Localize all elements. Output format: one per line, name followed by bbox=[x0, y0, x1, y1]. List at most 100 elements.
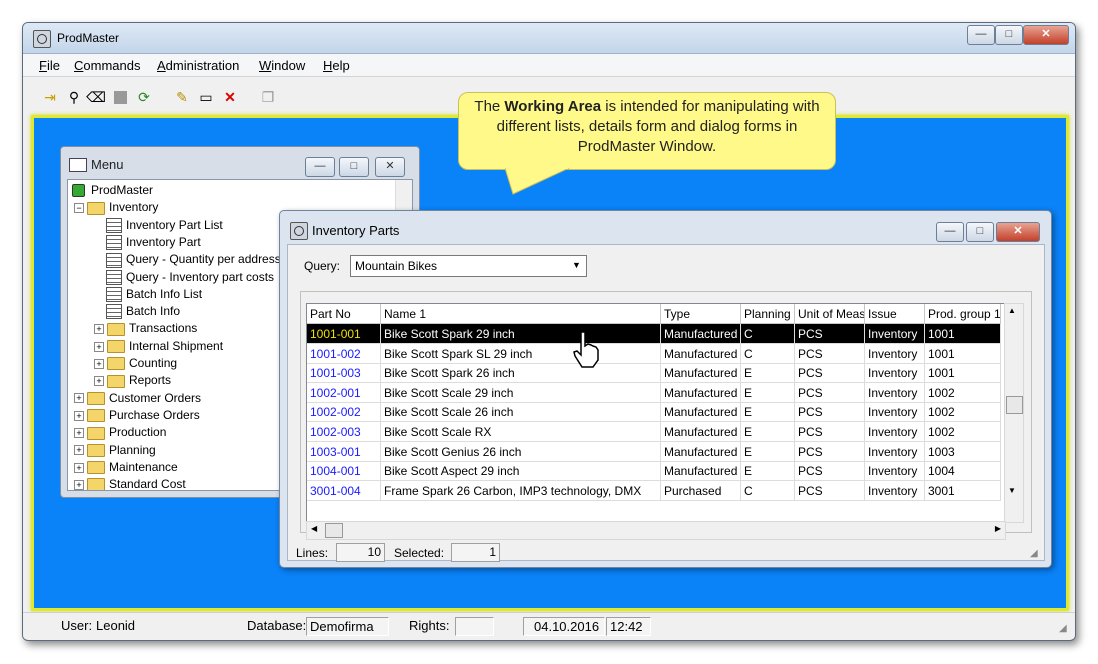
scroll-down-icon[interactable]: ▼ bbox=[1008, 486, 1016, 495]
table-cell[interactable]: Manufactured bbox=[661, 461, 741, 482]
menu-tree-item[interactable]: + Customer Orders bbox=[74, 390, 201, 407]
collapse-icon[interactable]: − bbox=[74, 203, 84, 214]
table-cell[interactable]: 1002 bbox=[925, 382, 1001, 403]
table-cell[interactable]: Bike Scott Scale 29 inch bbox=[381, 382, 661, 403]
menu-maximize-button[interactable]: □ bbox=[339, 157, 369, 177]
scroll-left-icon[interactable]: ◀ bbox=[311, 524, 317, 533]
table-cell[interactable]: E bbox=[741, 363, 795, 384]
menu-tree-item[interactable]: Inventory Part List bbox=[94, 217, 223, 234]
menu-tree-item[interactable]: + Maintenance bbox=[74, 459, 178, 476]
menu-tree-item[interactable]: + Internal Shipment bbox=[94, 338, 223, 355]
menu-tree-item[interactable]: + Purchase Orders bbox=[74, 407, 200, 424]
table-cell[interactable]: 1001 bbox=[925, 324, 1001, 344]
copy-icon[interactable]: ❐ bbox=[259, 88, 277, 106]
table-cell[interactable]: Bike Scott Spark 29 inch bbox=[381, 324, 661, 344]
minimize-button[interactable]: — bbox=[967, 25, 995, 45]
table-cell[interactable]: Inventory bbox=[865, 441, 925, 462]
table-cell[interactable]: Inventory bbox=[865, 461, 925, 482]
hscroll-thumb[interactable] bbox=[325, 523, 343, 538]
table-cell[interactable]: 1004 bbox=[925, 461, 1001, 482]
table-cell[interactable]: C bbox=[741, 324, 795, 344]
table-cell[interactable]: E bbox=[741, 441, 795, 462]
menu-tree-item[interactable]: + Counting bbox=[94, 355, 177, 372]
close-button[interactable]: ✕ bbox=[1023, 25, 1069, 45]
part-number-link[interactable]: 1003-001 bbox=[307, 441, 381, 462]
chevron-down-icon[interactable]: ▼ bbox=[568, 257, 585, 274]
part-number-link[interactable]: 1001-001 bbox=[307, 324, 381, 344]
column-header[interactable]: Prod. group 1 bbox=[925, 304, 1001, 324]
menu-tree-item[interactable]: Query - Quantity per address bbox=[94, 251, 281, 268]
menu-tree-item[interactable]: Query - Inventory part costs bbox=[94, 269, 274, 286]
menu-tree-item[interactable]: + Planning bbox=[74, 442, 156, 459]
table-cell[interactable]: Manufactured bbox=[661, 422, 741, 442]
table-cell[interactable]: Bike Scott Spark SL 29 inch bbox=[381, 343, 661, 364]
table-cell[interactable]: Inventory bbox=[865, 324, 925, 344]
table-cell[interactable]: 1002 bbox=[925, 402, 1001, 423]
inventory-grid[interactable]: Part No Name 1 Type Planning Unit of Meas Iss… bbox=[306, 303, 1006, 523]
menu-file[interactable]: File bbox=[39, 58, 60, 73]
table-cell[interactable]: Bike Scott Aspect 29 inch bbox=[381, 461, 661, 482]
expand-icon[interactable]: + bbox=[94, 358, 104, 369]
table-cell[interactable]: 3001 bbox=[925, 480, 1001, 501]
table-cell[interactable]: PCS bbox=[795, 324, 865, 344]
scroll-right-icon[interactable]: ▶ bbox=[995, 524, 1001, 533]
column-header[interactable]: Unit of Meas bbox=[795, 304, 865, 324]
menu-tree-item[interactable]: Inventory Part bbox=[94, 234, 201, 251]
grid-horizontal-scrollbar[interactable]: ◀ ▶ bbox=[306, 521, 1006, 540]
column-header[interactable]: Part No bbox=[307, 304, 381, 324]
refresh-icon[interactable]: ⟳ bbox=[135, 88, 153, 106]
stop-icon[interactable] bbox=[111, 88, 129, 106]
scroll-thumb[interactable] bbox=[1006, 396, 1023, 414]
table-cell[interactable]: PCS bbox=[795, 382, 865, 403]
menu-tree-item[interactable]: − Inventory bbox=[74, 199, 158, 216]
menu-tree-item[interactable]: + Standard Cost bbox=[74, 476, 186, 490]
table-cell[interactable]: PCS bbox=[795, 480, 865, 501]
expand-icon[interactable]: + bbox=[74, 462, 84, 473]
table-cell[interactable]: Bike Scott Scale RX bbox=[381, 422, 661, 442]
part-number-link[interactable]: 3001-004 bbox=[307, 480, 381, 501]
table-cell[interactable]: Inventory bbox=[865, 422, 925, 442]
menu-tree-item[interactable]: + Reports bbox=[94, 372, 171, 389]
column-header[interactable]: Issue bbox=[865, 304, 925, 324]
expand-icon[interactable]: + bbox=[94, 341, 104, 352]
part-number-link[interactable]: 1001-002 bbox=[307, 343, 381, 364]
table-cell[interactable]: 1001 bbox=[925, 343, 1001, 364]
table-cell[interactable]: Bike Scott Spark 26 inch bbox=[381, 363, 661, 384]
part-number-link[interactable]: 1002-001 bbox=[307, 382, 381, 403]
new-icon[interactable]: ✎ bbox=[173, 88, 191, 106]
menu-tree-item[interactable]: + Transactions bbox=[94, 320, 197, 337]
table-cell[interactable]: Inventory bbox=[865, 402, 925, 423]
inventory-resize-grip-icon[interactable]: ◢ bbox=[1030, 548, 1038, 559]
table-cell[interactable]: PCS bbox=[795, 422, 865, 442]
inventory-maximize-button[interactable]: □ bbox=[966, 222, 994, 242]
resize-grip-icon[interactable]: ◢ bbox=[1059, 623, 1067, 634]
inventory-minimize-button[interactable]: — bbox=[936, 222, 964, 242]
table-cell[interactable]: Manufactured bbox=[661, 382, 741, 403]
menu-close-button[interactable]: ✕ bbox=[375, 157, 405, 177]
table-cell[interactable]: Manufactured bbox=[661, 363, 741, 384]
menu-administration[interactable]: Administration bbox=[157, 58, 239, 73]
menu-tree-item[interactable]: ProdMaster bbox=[72, 182, 153, 199]
menu-tree-item[interactable]: Batch Info bbox=[94, 303, 180, 320]
part-number-link[interactable]: 1002-003 bbox=[307, 422, 381, 442]
table-cell[interactable]: 1003 bbox=[925, 441, 1001, 462]
expand-icon[interactable]: + bbox=[74, 479, 84, 490]
menu-window[interactable]: Window bbox=[259, 58, 305, 73]
part-number-link[interactable]: 1004-001 bbox=[307, 461, 381, 482]
eraser-icon[interactable]: ⌫ bbox=[86, 88, 106, 106]
query-select[interactable]: Mountain Bikes ▼ bbox=[350, 255, 587, 277]
maximize-button[interactable]: □ bbox=[995, 25, 1023, 45]
table-cell[interactable]: PCS bbox=[795, 343, 865, 364]
table-cell[interactable]: Manufactured bbox=[661, 343, 741, 364]
table-cell[interactable]: PCS bbox=[795, 363, 865, 384]
table-cell[interactable]: PCS bbox=[795, 461, 865, 482]
table-cell[interactable]: Bike Scott Genius 26 inch bbox=[381, 441, 661, 462]
table-cell[interactable]: C bbox=[741, 480, 795, 501]
title-bar[interactable]: ProdMaster — □ ✕ bbox=[23, 23, 1075, 54]
menu-minimize-button[interactable]: — bbox=[305, 157, 335, 177]
scroll-up-icon[interactable]: ▲ bbox=[1008, 306, 1016, 315]
table-cell[interactable]: Manufactured bbox=[661, 402, 741, 423]
delete-icon[interactable]: ✕ bbox=[221, 88, 239, 106]
menu-tree-item[interactable]: + Production bbox=[74, 424, 166, 441]
grid-vertical-scrollbar[interactable]: ▲ ▼ bbox=[1004, 303, 1024, 523]
